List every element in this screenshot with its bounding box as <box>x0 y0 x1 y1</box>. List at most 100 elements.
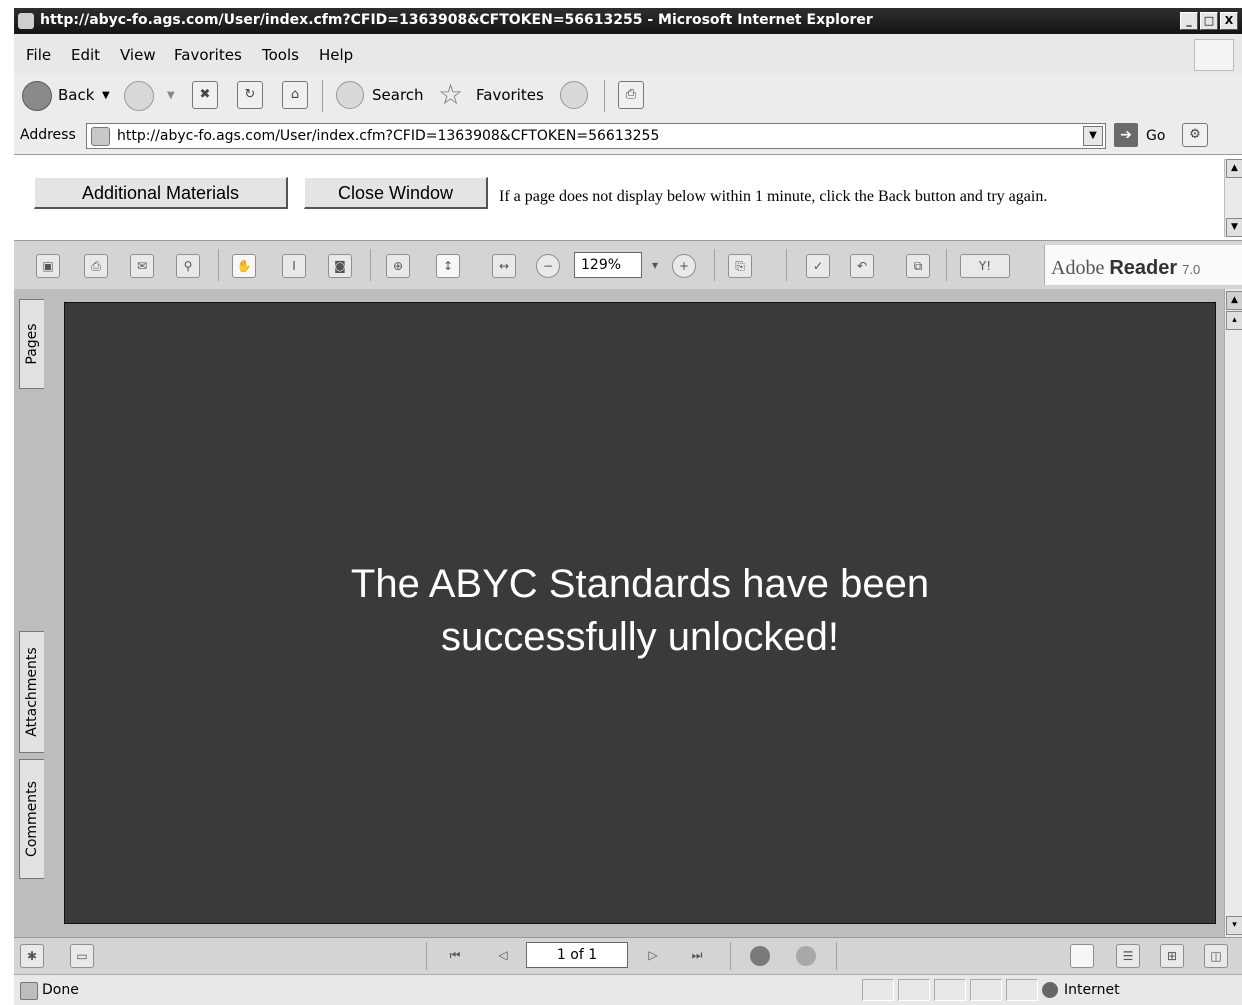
refresh-icon[interactable]: ↻ <box>237 81 263 109</box>
yahoo-toolbar-icon[interactable]: Y! <box>960 254 1010 278</box>
forward-arrow-icon[interactable] <box>124 81 154 111</box>
windows-logo-icon <box>1194 39 1234 71</box>
menu-file[interactable]: File <box>26 46 51 64</box>
back-label[interactable]: Back <box>58 86 94 104</box>
scroll-down-icon[interactable]: ▼ <box>1226 218 1242 237</box>
status-text: Done <box>42 982 79 998</box>
menu-favorites[interactable]: Favorites <box>174 46 242 64</box>
zoom-in-tool-icon[interactable]: ⊕ <box>386 254 410 278</box>
fit-width-icon[interactable]: ↔ <box>492 254 516 278</box>
toolbar-separator <box>714 249 715 281</box>
document-scrollbar[interactable]: ▲ ▴ ▾ <box>1224 289 1242 937</box>
close-window-button[interactable]: Close Window <box>304 177 488 209</box>
scroll-up-icon[interactable]: ▴ <box>1226 311 1242 330</box>
select-text-icon[interactable]: I <box>282 254 306 278</box>
links-icon[interactable]: ⚙ <box>1182 123 1208 147</box>
pdf-page: The ABYC Standards have been successfull… <box>64 302 1216 924</box>
address-bar: Address http://abyc-fo.ags.com/User/inde… <box>14 118 1242 155</box>
zoom-value[interactable]: 129% <box>581 257 621 273</box>
notice-text: If a page does not display below within … <box>499 188 1048 205</box>
toolbar-separator <box>836 942 837 970</box>
hand-tool-icon[interactable]: ✋ <box>232 254 256 278</box>
toolbar-separator <box>426 942 427 970</box>
address-dropdown-icon[interactable]: ▼ <box>1083 126 1103 146</box>
menu-tools[interactable]: Tools <box>262 46 299 64</box>
zoom-input[interactable]: 129% <box>574 252 642 278</box>
favorites-star-icon[interactable]: ☆ <box>438 78 463 111</box>
scroll-up-icon[interactable]: ▲ <box>1226 159 1242 178</box>
rotate-view-icon[interactable]: ⎘ <box>728 254 752 278</box>
zoom-in-icon[interactable]: + <box>672 254 696 278</box>
options-icon[interactable]: ✱ <box>20 944 44 968</box>
last-page-icon[interactable]: ⏭ <box>686 944 708 966</box>
scroll-up-icon[interactable]: ▲ <box>1226 291 1242 310</box>
address-url[interactable]: http://abyc-fo.ags.com/User/index.cfm?CF… <box>117 128 659 144</box>
close-button[interactable]: X <box>1220 12 1238 30</box>
continuous-facing-icon[interactable]: ⊞ <box>1160 944 1184 968</box>
adobe-brand: Adobe <box>1051 257 1105 279</box>
go-arrow-icon[interactable]: ➔ <box>1114 123 1138 147</box>
additional-materials-button[interactable]: Additional Materials <box>34 177 288 209</box>
toolbar-separator <box>370 249 371 281</box>
spellcheck-icon[interactable]: ✓ <box>806 254 830 278</box>
search-label[interactable]: Search <box>372 86 424 104</box>
find-icon[interactable]: ⚲ <box>176 254 200 278</box>
fit-page-icon[interactable]: ↕ <box>436 254 460 278</box>
page-content: Additional Materials Close Window If a p… <box>14 155 1242 240</box>
single-page-icon[interactable] <box>1070 944 1094 968</box>
go-button[interactable]: Go <box>1146 128 1165 144</box>
comments-tab[interactable]: Comments <box>19 759 44 879</box>
status-panel <box>934 979 966 1001</box>
next-page-icon[interactable]: ▷ <box>642 944 664 966</box>
print-icon[interactable]: ⎙ <box>618 81 644 109</box>
save-icon[interactable]: ▣ <box>36 254 60 278</box>
maximize-button[interactable]: □ <box>1200 12 1218 30</box>
menu-view[interactable]: View <box>120 46 156 64</box>
first-page-icon[interactable]: ⏮ <box>444 944 466 966</box>
navigation-toolbar: Back ▼ ▼ ✖ ↻ ⌂ Search ☆ Favorites ⎙ <box>14 74 1242 119</box>
previous-view-icon[interactable] <box>750 946 770 966</box>
security-zone: Internet <box>1064 982 1120 998</box>
minimize-button[interactable]: _ <box>1180 12 1198 30</box>
search-icon[interactable] <box>336 81 364 109</box>
unlock-message: The ABYC Standards have been successfull… <box>65 558 1215 664</box>
toolbar-separator <box>218 249 219 281</box>
continuous-icon[interactable]: ☰ <box>1116 944 1140 968</box>
history-icon[interactable] <box>560 81 588 109</box>
snapshot-icon[interactable]: ◙ <box>328 254 352 278</box>
favorites-label[interactable]: Favorites <box>476 86 544 104</box>
forward-dropdown-icon[interactable]: ▼ <box>167 90 175 101</box>
next-view-icon[interactable] <box>796 946 816 966</box>
browser-status-bar: Done Internet <box>14 974 1242 1005</box>
page-number-input[interactable]: 1 of 1 <box>526 942 628 968</box>
undo-icon[interactable]: ↶ <box>850 254 874 278</box>
title-bar: http://abyc-fo.ags.com/User/index.cfm?CF… <box>14 8 1242 34</box>
home-icon[interactable]: ⌂ <box>282 81 308 109</box>
page-icon <box>91 127 110 146</box>
print-icon[interactable]: ⎙ <box>84 254 108 278</box>
zoom-out-icon[interactable]: − <box>536 254 560 278</box>
previous-page-icon[interactable]: ◁ <box>492 944 514 966</box>
copy-icon[interactable]: ⧉ <box>906 254 930 278</box>
menu-edit[interactable]: Edit <box>71 46 100 64</box>
content-scrollbar[interactable]: ▲ ▼ <box>1224 159 1242 237</box>
back-arrow-icon[interactable] <box>22 81 52 111</box>
menu-help[interactable]: Help <box>319 46 353 64</box>
stop-icon[interactable]: ✖ <box>192 81 218 109</box>
attachments-tab[interactable]: Attachments <box>19 631 44 753</box>
adobe-product: Reader <box>1109 257 1178 279</box>
scroll-down-icon[interactable]: ▾ <box>1226 916 1242 935</box>
zoom-dropdown-icon[interactable]: ▾ <box>644 254 666 276</box>
page-size-icon[interactable]: ▭ <box>70 944 94 968</box>
address-input[interactable]: http://abyc-fo.ags.com/User/index.cfm?CF… <box>86 123 1106 149</box>
back-dropdown-icon[interactable]: ▼ <box>102 90 110 101</box>
facing-icon[interactable]: ◫ <box>1204 944 1228 968</box>
email-icon[interactable]: ✉ <box>130 254 154 278</box>
toolbar-separator <box>946 249 947 281</box>
status-panel <box>1006 979 1038 1001</box>
pages-tab[interactable]: Pages <box>19 299 44 389</box>
menu-bar: File Edit View Favorites Tools Help <box>14 34 1242 75</box>
page-status-icon <box>20 982 38 1000</box>
toolbar-separator <box>786 249 787 281</box>
address-label: Address <box>20 127 76 143</box>
